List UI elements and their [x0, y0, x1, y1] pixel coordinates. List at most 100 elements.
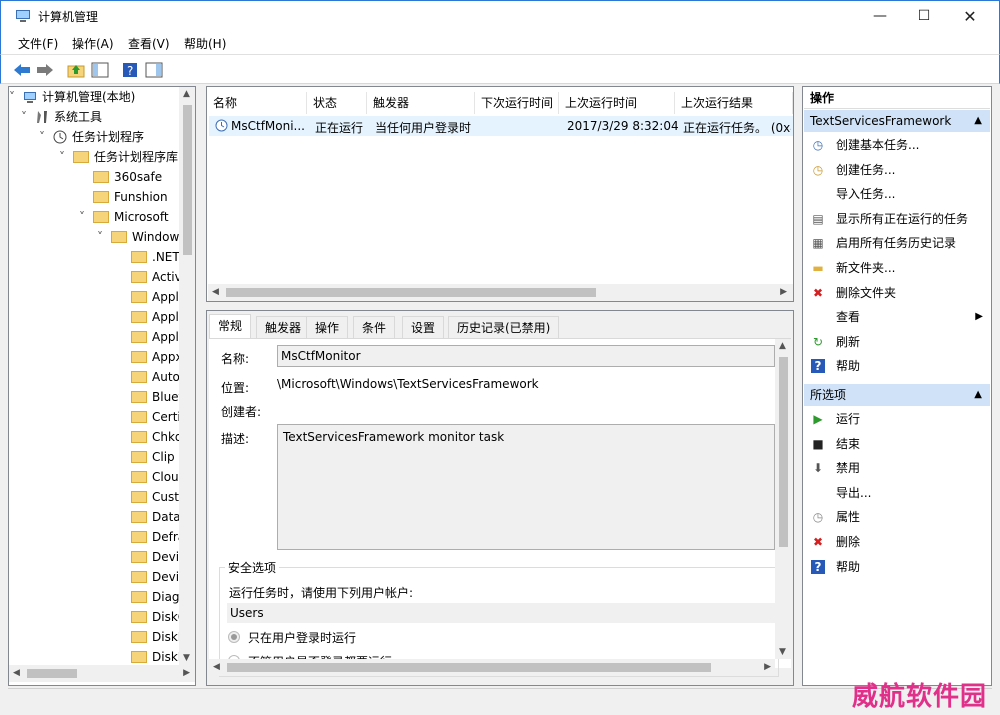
tree-item[interactable]: Clip [117, 447, 175, 467]
submenu-arrow-icon: ▶ [975, 311, 983, 323]
tab-general[interactable]: 常规 [209, 314, 252, 338]
tree-item[interactable]: Defra [117, 527, 185, 547]
tree-item[interactable]: Appli [117, 307, 182, 327]
details-horizontal-scrollbar[interactable]: ◀ ▶ [209, 659, 775, 676]
tree-item[interactable]: Appl [117, 287, 179, 307]
tree-item[interactable]: ˅ Microsoft [79, 207, 169, 227]
column-header-last-run[interactable]: 上次运行时间 [559, 92, 675, 114]
menu-help[interactable]: 帮助(H) [184, 35, 226, 52]
chevron-down-icon[interactable]: ˅ [21, 107, 35, 127]
description-field[interactable]: TextServicesFramework monitor task [277, 424, 775, 550]
tree-item[interactable]: 360safe [79, 167, 162, 187]
tree-item[interactable]: Certif [117, 407, 185, 427]
help-icon[interactable]: ? [120, 60, 140, 80]
folder-icon [131, 270, 147, 283]
action-item[interactable]: ▤ 显示所有正在运行的任务 [803, 207, 991, 231]
column-header-name[interactable]: 名称 [207, 92, 307, 114]
forward-icon[interactable] [35, 60, 55, 80]
tree-item[interactable]: Data [117, 507, 181, 527]
chevron-down-icon[interactable]: ˅ [79, 207, 93, 227]
action-item-label: 查看 [836, 310, 861, 325]
name-field[interactable]: MsCtfMonitor [277, 345, 775, 367]
tab-triggers[interactable]: 触发器 [256, 316, 311, 338]
location-value: \Microsoft\Windows\TextServicesFramework [277, 377, 539, 391]
tree-item[interactable]: DiskF [117, 647, 185, 667]
security-options-label: 安全选项 [225, 559, 280, 576]
run-as-user-field[interactable]: Users [227, 603, 775, 623]
action-item[interactable]: ◷ 属性 [803, 505, 991, 529]
action-item[interactable]: 查看 ▶ [803, 305, 991, 329]
action-item[interactable]: 导入任务... [803, 182, 991, 206]
tree-vertical-scrollbar[interactable]: ▲ ▼ [179, 87, 195, 665]
menu-action[interactable]: 操作(A) [72, 35, 114, 52]
action-item[interactable]: ▬ 新文件夹... [803, 256, 991, 280]
tree-item[interactable]: ˅ Windows [97, 227, 186, 247]
action-item[interactable]: ? 帮助 [803, 555, 991, 579]
action-item[interactable]: ▶ 运行 [803, 407, 991, 431]
maximize-button[interactable]: ☐ [901, 1, 947, 31]
action-item[interactable]: ■ 结束 [803, 432, 991, 456]
section-textservicesframework[interactable]: TextServicesFramework ▲ [804, 110, 990, 132]
close-button[interactable]: ✕ [947, 1, 993, 31]
tab-conditions[interactable]: 条件 [353, 316, 396, 338]
action-item-label: 新文件夹... [836, 261, 896, 275]
section-selected-item[interactable]: 所选项 ▲ [804, 384, 990, 406]
radio-logged-on-only[interactable] [228, 631, 240, 643]
chevron-down-icon[interactable]: ˅ [59, 147, 73, 167]
tree-item[interactable]: DiskD [117, 627, 187, 647]
column-header-status[interactable]: 状态 [307, 92, 367, 114]
action-item[interactable]: 导出... [803, 481, 991, 505]
tree-item[interactable]: ˅ 任务计划程序库 [59, 147, 178, 167]
collapse-arrow-icon[interactable]: ▲ [974, 110, 982, 132]
tree-item[interactable]: Devic [117, 567, 186, 587]
action-item-label: 删除文件夹 [836, 285, 897, 300]
tree-item[interactable]: DiskC [117, 607, 186, 627]
action-item[interactable]: ⬇ 禁用 [803, 456, 991, 480]
column-header-next-run[interactable]: 下次运行时间 [475, 92, 559, 114]
tree-scroll-thumb[interactable] [183, 105, 192, 255]
tree-item[interactable]: ˅ 系统工具 [21, 107, 102, 127]
action-item[interactable]: ◷ 创建任务... [803, 158, 991, 182]
tree-horizontal-scrollbar[interactable]: ◀ ▶ [9, 665, 195, 682]
tab-history[interactable]: 历史记录(已禁用) [448, 316, 560, 338]
task-clock-icon [215, 119, 228, 135]
show-hide-action-pane-icon[interactable] [144, 60, 164, 80]
tree-item[interactable]: Chkd [117, 427, 183, 447]
tab-actions[interactable]: 操作 [306, 316, 349, 338]
tree-item[interactable]: Devic [117, 547, 186, 567]
tree-item[interactable]: Funshion [79, 187, 168, 207]
tree-item[interactable]: Diagn [117, 587, 187, 607]
action-item[interactable]: ↻ 刷新 [803, 330, 991, 354]
tree-item[interactable]: Autoc [117, 367, 186, 387]
tab-settings[interactable]: 设置 [402, 316, 445, 338]
tree-item[interactable]: Cloud [117, 467, 186, 487]
column-header-last-result[interactable]: 上次运行结果 [675, 92, 793, 114]
list-horizontal-scrollbar[interactable]: ◀ ▶ [208, 284, 793, 301]
menu-view[interactable]: 查看(V) [128, 35, 170, 52]
action-item[interactable]: ✖ 删除 [803, 530, 991, 554]
tree-item[interactable]: ˅ 任务计划程序 [39, 127, 144, 147]
tree-item[interactable]: .NET [117, 247, 180, 267]
tree-item-label: Chkd [152, 430, 183, 444]
details-vertical-scrollbar[interactable]: ▲ ▼ [775, 339, 792, 659]
back-icon[interactable] [12, 60, 32, 80]
show-hide-tree-icon[interactable] [90, 60, 110, 80]
table-row[interactable]: MsCtfMoni... 正在运行 当任何用户登录时 2017/3/29 8:3… [209, 116, 793, 136]
tree-item[interactable]: ˅ 计算机管理(本地) [9, 87, 135, 107]
action-item-label: 刷新 [836, 334, 861, 349]
column-header-trigger[interactable]: 触发器 [367, 92, 475, 114]
action-item[interactable]: ? 帮助 [803, 354, 991, 378]
collapse-arrow-icon[interactable]: ▲ [974, 384, 982, 406]
tree-item[interactable]: Appli [117, 327, 182, 347]
menu-file[interactable]: 文件(F) [18, 35, 58, 52]
minimize-button[interactable]: — [857, 1, 903, 31]
chevron-down-icon[interactable]: ˅ [39, 127, 53, 147]
chevron-down-icon[interactable]: ˅ [9, 87, 23, 107]
up-folder-icon[interactable] [66, 60, 86, 80]
tree-item[interactable]: Custo [117, 487, 186, 507]
action-item[interactable]: ▦ 启用所有任务历史记录 [803, 231, 991, 255]
tree-item[interactable]: Appx [117, 347, 183, 367]
chevron-down-icon[interactable]: ˅ [97, 227, 111, 247]
action-item[interactable]: ◷ 创建基本任务... [803, 133, 991, 157]
action-item[interactable]: ✖ 删除文件夹 [803, 281, 991, 305]
